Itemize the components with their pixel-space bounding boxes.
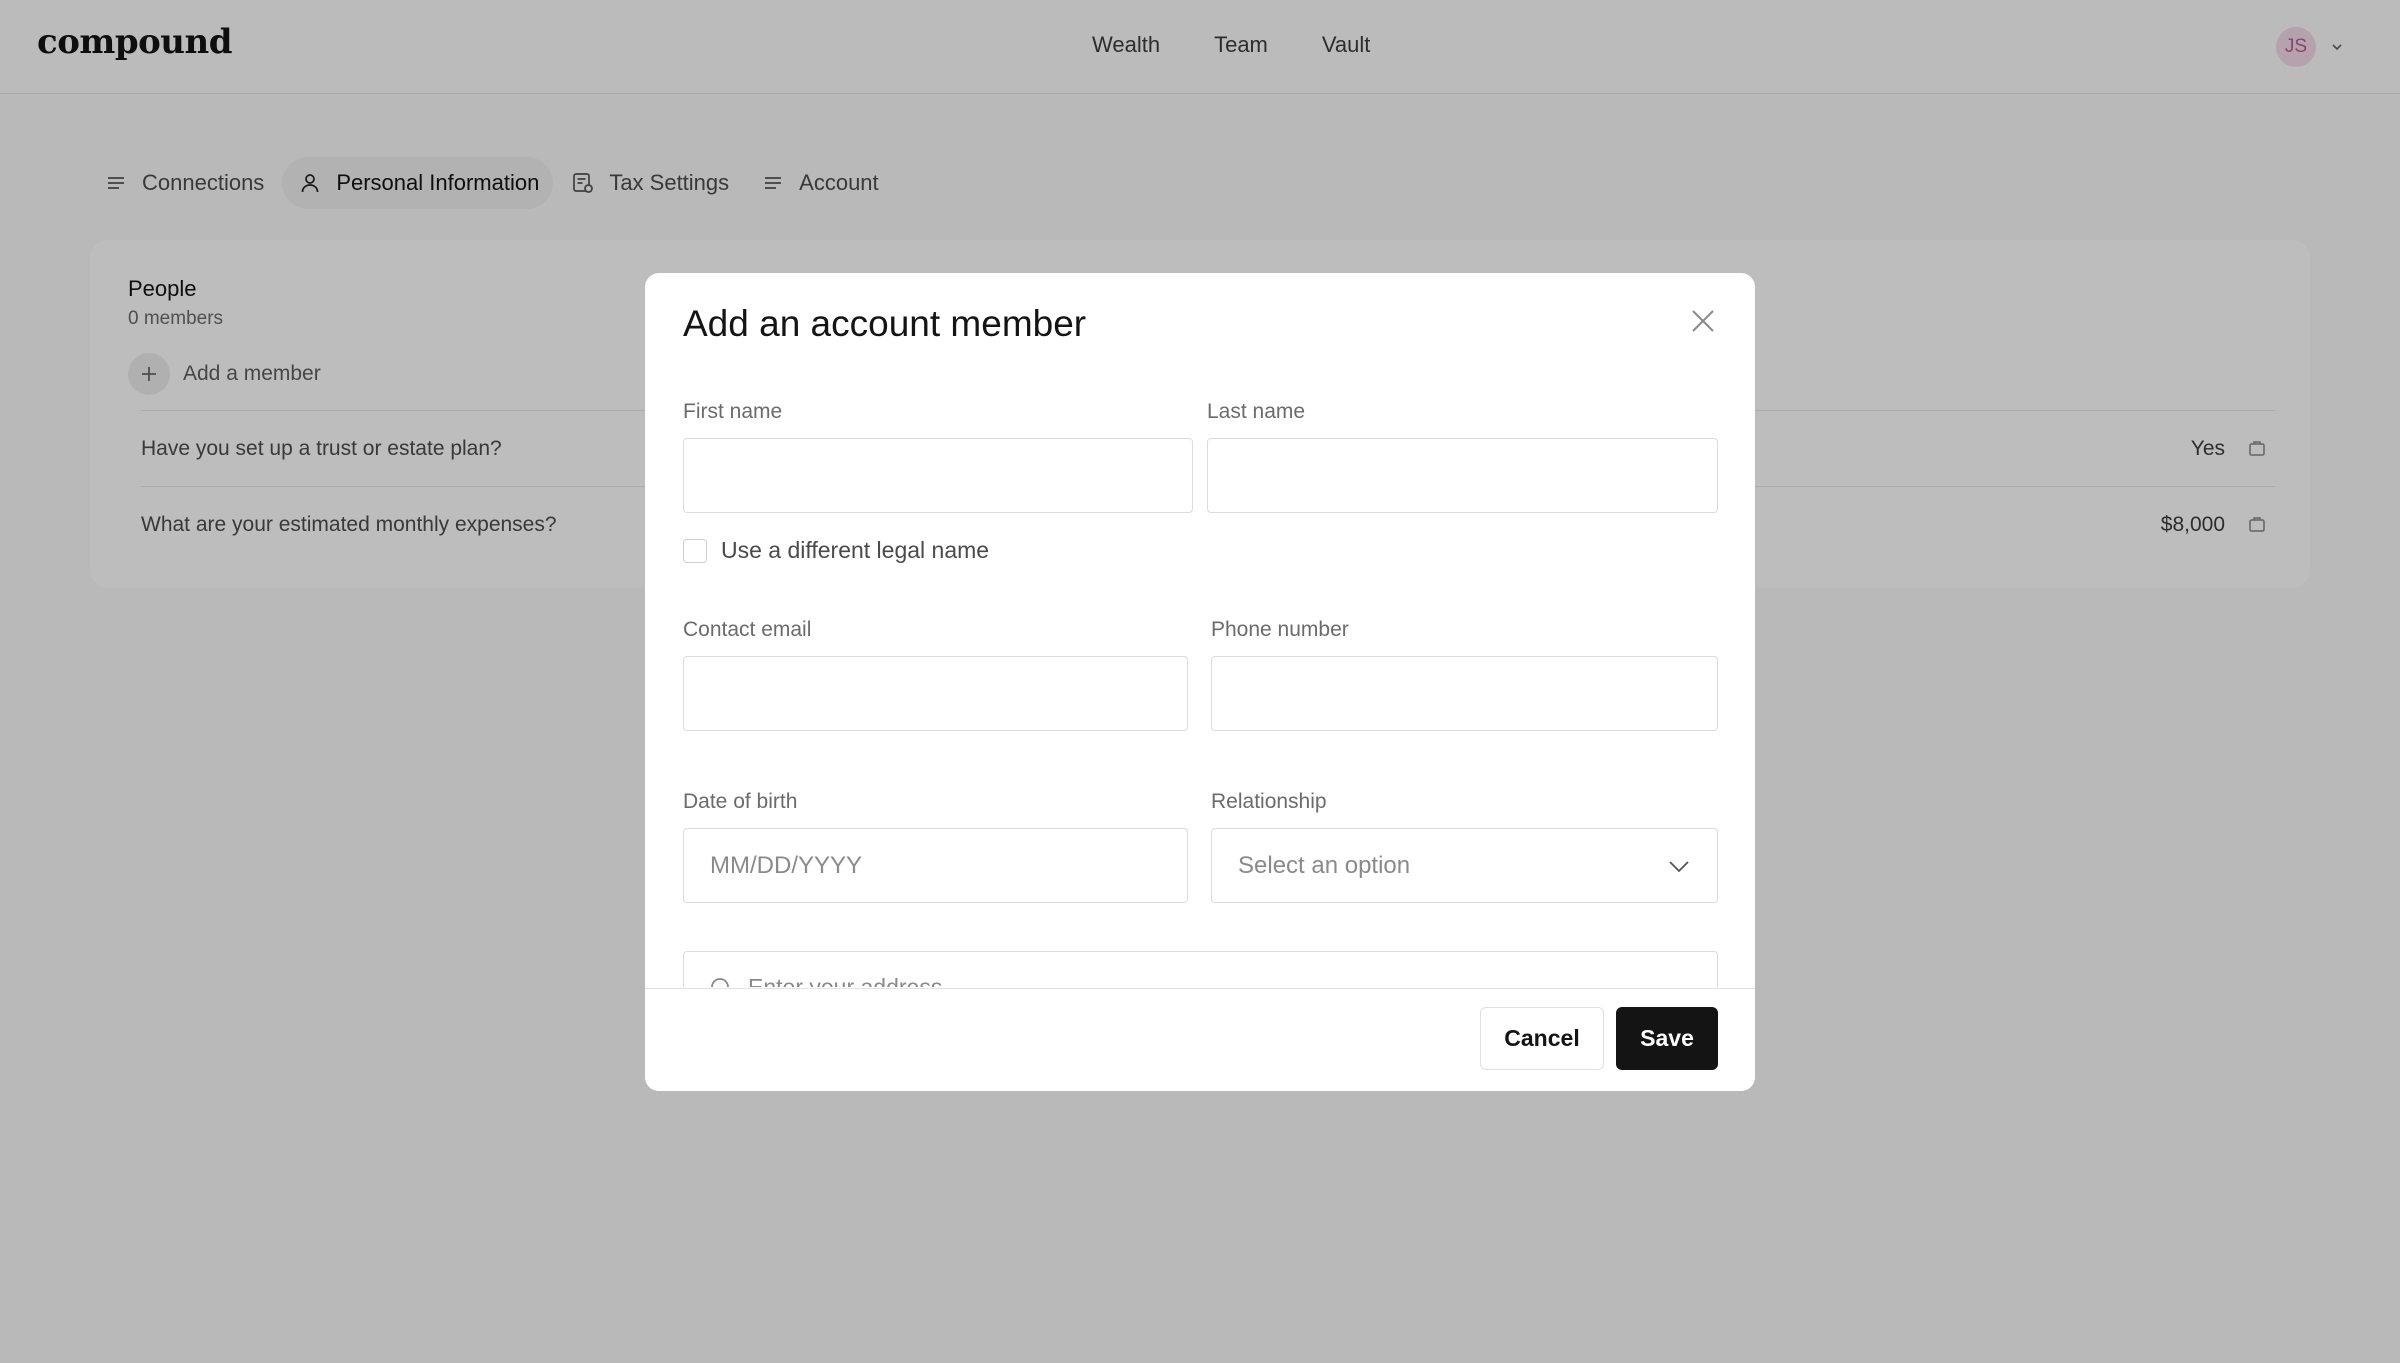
legal-name-option[interactable]: Use a different legal name	[683, 537, 989, 564]
first-name-label: First name	[683, 400, 783, 423]
phone-label: Phone number	[1211, 618, 1349, 641]
relationship-select[interactable]: Select an option	[1211, 828, 1718, 903]
cancel-button[interactable]: Cancel	[1480, 1007, 1604, 1070]
contact-email-field[interactable]	[683, 656, 1188, 731]
chevron-down-icon	[1669, 861, 1689, 873]
address-field[interactable]: Enter your address	[683, 951, 1718, 987]
modal-title: Add an account member	[683, 303, 1087, 344]
last-name-field[interactable]	[1207, 438, 1718, 513]
relationship-label: Relationship	[1211, 790, 1327, 813]
last-name-label: Last name	[1207, 400, 1306, 423]
phone-field[interactable]	[1211, 656, 1718, 731]
address-placeholder: Enter your address	[748, 974, 943, 987]
legal-name-checkbox[interactable]	[683, 538, 707, 563]
search-icon	[711, 977, 729, 987]
close-icon[interactable]	[1688, 306, 1718, 336]
legal-name-label: Use a different legal name	[721, 537, 990, 563]
modal-footer: Cancel Save	[645, 988, 1755, 1091]
first-name-field[interactable]	[683, 438, 1193, 513]
add-member-modal: Add an account member First name Last na…	[645, 273, 1755, 1091]
dob-field[interactable]: MM/DD/YYYY	[683, 828, 1188, 903]
contact-email-label: Contact email	[683, 618, 812, 641]
dob-label: Date of birth	[683, 790, 798, 813]
save-button[interactable]: Save	[1616, 1007, 1718, 1070]
address-field-clip: Enter your address	[683, 951, 1718, 987]
relationship-value: Select an option	[1238, 851, 1411, 879]
